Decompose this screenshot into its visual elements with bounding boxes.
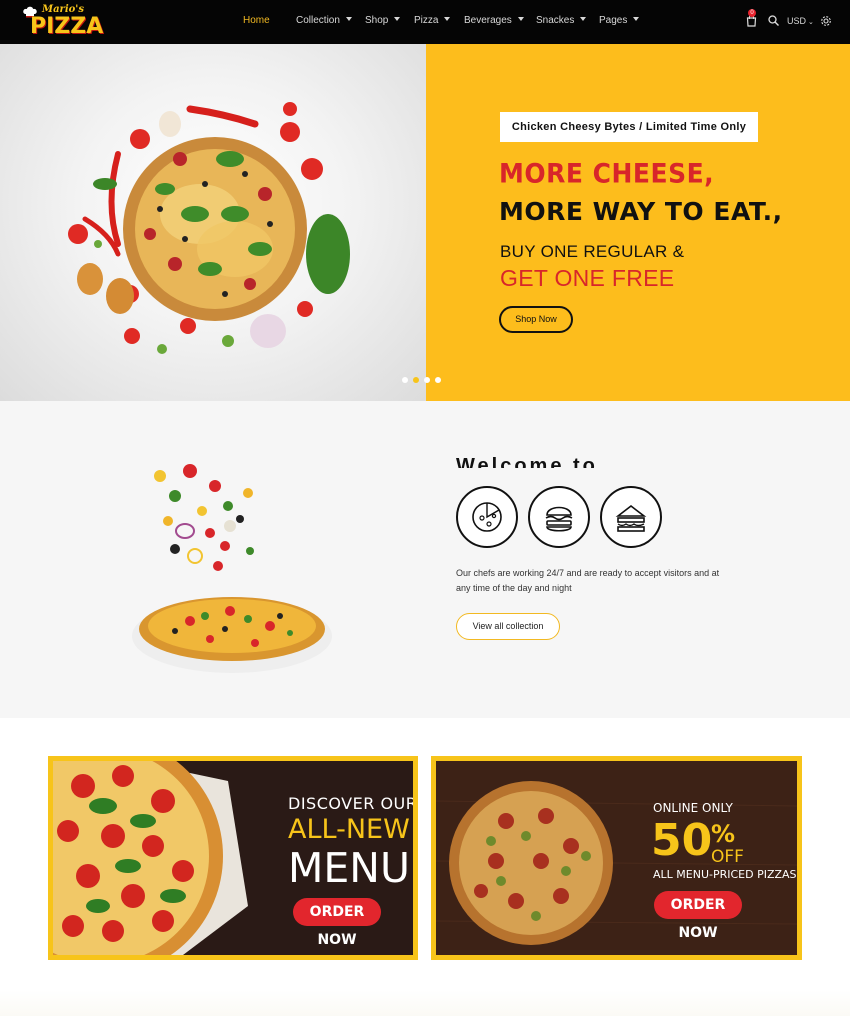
nav-snackes-label: Snackes bbox=[536, 15, 575, 26]
banner1-line3: MENU bbox=[288, 844, 410, 892]
banner2-percent: % bbox=[711, 820, 736, 848]
nav-pages[interactable]: Pages bbox=[599, 15, 640, 27]
welcome-text-line1: Our chefs are working 24/7 and are ready… bbox=[456, 568, 720, 578]
banner2-line1: ONLINE ONLY bbox=[653, 801, 733, 815]
hero-subline-1: BUY ONE REGULAR & bbox=[500, 242, 685, 261]
banner2-off: OFF bbox=[711, 847, 744, 867]
nav-snackes[interactable]: Snackes bbox=[536, 15, 587, 27]
currency-select[interactable]: USD ⌄ bbox=[787, 16, 814, 26]
banner1-line1: DISCOVER OUR bbox=[288, 794, 418, 813]
slider-dot[interactable] bbox=[424, 377, 430, 383]
nav-pizza[interactable]: Pizza bbox=[414, 15, 451, 27]
banner2-discount: 50 bbox=[651, 815, 713, 866]
hero-tag: Chicken Cheesy Bytes / Limited Time Only bbox=[500, 112, 758, 142]
sandwich-icon bbox=[615, 504, 647, 532]
welcome-section bbox=[0, 401, 850, 718]
chevron-down-icon bbox=[580, 17, 587, 22]
hero-headline-1: MORE CHEESE, bbox=[499, 158, 715, 189]
chevron-down-icon bbox=[517, 17, 524, 22]
nav-beverages[interactable]: Beverages bbox=[464, 15, 524, 27]
chevron-down-icon bbox=[345, 17, 352, 22]
discount-banner[interactable]: ONLINE ONLY 50 % OFF ALL MENU-PRICED PIZ… bbox=[431, 756, 802, 960]
hero-headline-2: MORE WAY TO EAT., bbox=[499, 197, 783, 226]
flying-pizza-image bbox=[132, 464, 332, 673]
burger-category-button[interactable] bbox=[528, 486, 590, 548]
hero-subline-2: GET ONE FREE bbox=[500, 265, 675, 291]
currency-label: USD bbox=[787, 16, 807, 26]
slider-dot[interactable] bbox=[435, 377, 441, 383]
banner2-line2: ALL MENU-PRICED PIZZAS bbox=[653, 868, 797, 881]
brand-word: PIZZA bbox=[30, 14, 104, 39]
slider-dot[interactable] bbox=[402, 377, 408, 383]
welcome-description: Our chefs are working 24/7 and are ready… bbox=[456, 566, 746, 596]
banner1-line2: ALL-NEW bbox=[288, 814, 410, 845]
chevron-down-icon bbox=[444, 17, 451, 22]
nav-pizza-label: Pizza bbox=[414, 15, 439, 26]
order-now-button[interactable]: ORDER NOW bbox=[654, 891, 742, 941]
burger-icon bbox=[545, 506, 573, 532]
order-now-button[interactable]: ORDER NOW bbox=[293, 898, 381, 948]
sandwich-category-button[interactable] bbox=[600, 486, 662, 548]
pizza-category-button[interactable] bbox=[456, 486, 518, 548]
next-section-preview bbox=[0, 990, 850, 1016]
nav-beverages-label: Beverages bbox=[464, 15, 512, 26]
welcome-text-line2: any time of the day and night bbox=[456, 583, 572, 593]
slider-dot-active[interactable] bbox=[413, 377, 419, 383]
search-icon[interactable] bbox=[768, 15, 779, 26]
brand-logo[interactable]: Mario's PIZZA bbox=[20, 3, 103, 41]
nav-shop[interactable]: Shop bbox=[365, 15, 401, 27]
nav-collection[interactable]: Collection bbox=[296, 15, 352, 27]
nav-collection-label: Collection bbox=[296, 15, 340, 26]
top-navigation: Mario's PIZZA Home Collection Shop Pizza… bbox=[0, 0, 850, 44]
chevron-down-icon bbox=[633, 17, 640, 22]
cart-count-badge: 0 bbox=[748, 9, 756, 17]
chevron-down-icon bbox=[394, 17, 401, 22]
shop-now-button[interactable]: Shop Now bbox=[499, 306, 573, 333]
slider-dots bbox=[402, 377, 441, 383]
view-all-collection-button[interactable]: View all collection bbox=[456, 613, 560, 640]
chevron-down-icon: ⌄ bbox=[806, 19, 814, 26]
pizza-ingredients-image bbox=[68, 102, 350, 354]
welcome-title: Welcome to Pizzeria bbox=[456, 456, 656, 468]
nav-pages-label: Pages bbox=[599, 15, 628, 26]
welcome-title-text: Welcome to Pizzeria bbox=[456, 456, 598, 468]
nav-home[interactable]: Home bbox=[243, 15, 270, 27]
gear-icon[interactable] bbox=[820, 15, 832, 27]
pizza-icon bbox=[472, 502, 502, 532]
menu-banner[interactable]: DISCOVER OUR ALL-NEW MENU ORDER NOW bbox=[48, 756, 418, 960]
hero-image bbox=[0, 44, 426, 401]
nav-shop-label: Shop bbox=[365, 15, 389, 26]
